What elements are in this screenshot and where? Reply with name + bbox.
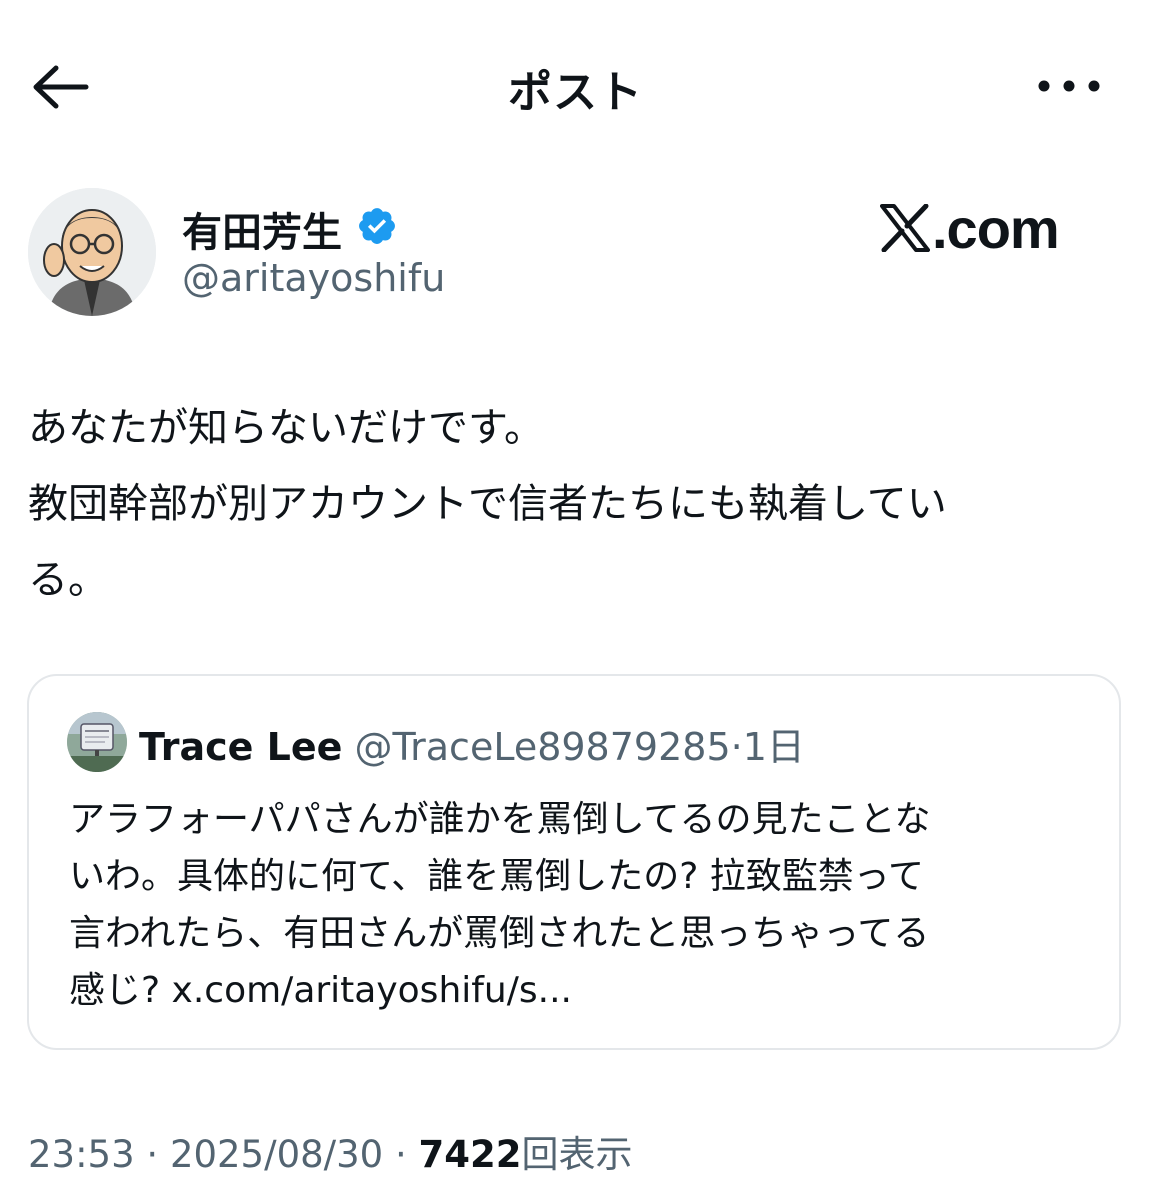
post-metadata: 23:53 · 2025/08/30 · 7422回表示 <box>28 1124 632 1178</box>
top-bar: ポスト <box>0 0 1151 170</box>
quoted-text-line: 言われたら、有田さんが罵倒されたと思っちゃってる <box>69 913 930 954</box>
meta-separator: · <box>383 1133 419 1176</box>
page-title: ポスト <box>508 67 643 118</box>
x-logo-text: .com <box>932 196 1060 260</box>
quoted-post-card[interactable]: Trace Lee @TraceLe89879285·1日 アラフォーパパさんが… <box>27 674 1121 1050</box>
quoted-author-name[interactable]: Trace Lee <box>139 725 342 769</box>
quoted-author-handle[interactable]: @TraceLe89879285 <box>355 725 731 769</box>
post-date[interactable]: 2025/08/30 <box>170 1133 383 1176</box>
verified-badge-icon <box>359 208 395 244</box>
post-time[interactable]: 23:53 <box>28 1133 135 1176</box>
meta-separator: · <box>134 1133 170 1176</box>
quoted-post-age[interactable]: 1日 <box>743 725 805 769</box>
more-horizontal-icon <box>1038 80 1100 92</box>
meta-separator: · <box>730 725 743 769</box>
quoted-author-avatar[interactable] <box>67 712 127 772</box>
more-options-button[interactable] <box>1030 66 1110 106</box>
author-handle[interactable]: @aritayoshifu <box>182 256 445 300</box>
post-text-line: あなたが知らないだけです。 <box>28 405 544 451</box>
quoted-text-line: いわ。具体的に何て、誰を罵倒したの? 拉致監禁って <box>69 856 924 897</box>
author-avatar[interactable] <box>28 188 156 316</box>
author-display-name[interactable]: 有田芳生 <box>182 200 342 258</box>
quoted-post-header: Trace Lee @TraceLe89879285·1日 <box>139 716 805 771</box>
x-logo-icon <box>880 204 930 252</box>
quoted-text-line: 感じ? x.com/aritayoshifu/s... <box>69 970 572 1011</box>
post-text-line: る。 <box>28 557 108 603</box>
post-text: あなたが知らないだけです。 教団幹部が別アカウントで信者たちにも執着してい る。 <box>28 390 1118 618</box>
quoted-text-line: アラフォーパパさんが誰かを罵倒してるの見たことな <box>69 799 931 840</box>
x-brand-watermark: .com <box>880 196 1060 260</box>
view-count-label: 回表示 <box>521 1133 633 1176</box>
view-count: 7422 <box>418 1133 522 1176</box>
quoted-post-text: アラフォーパパさんが誰かを罵倒してるの見たことな いわ。具体的に何て、誰を罵倒し… <box>69 791 1089 1019</box>
post-text-line: 教団幹部が別アカウントで信者たちにも執着してい <box>28 481 947 527</box>
